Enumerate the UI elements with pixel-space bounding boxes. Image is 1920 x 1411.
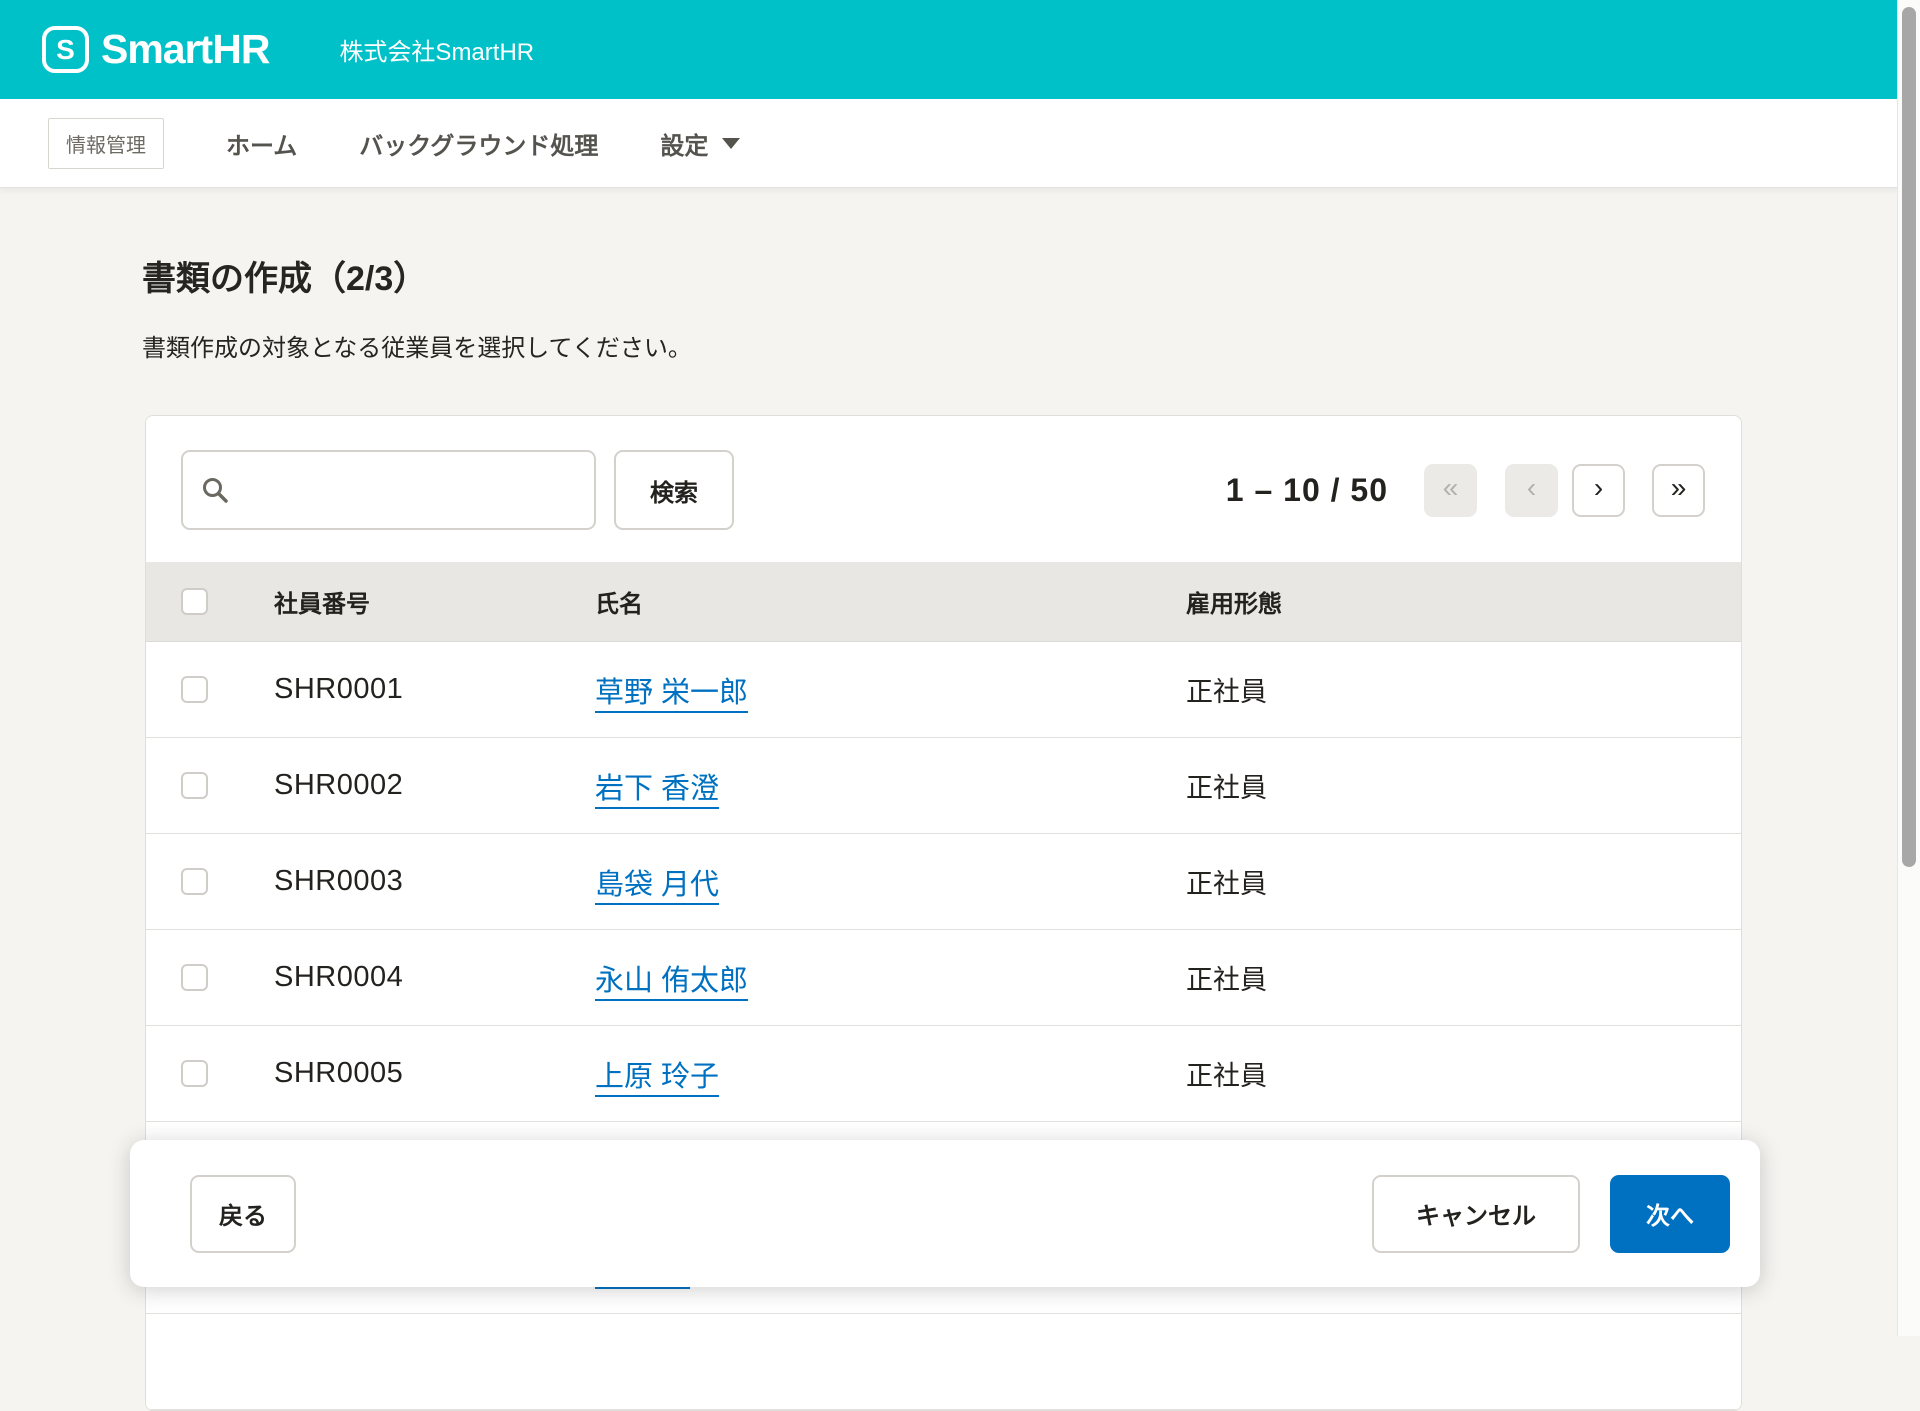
page-title: 書類の作成（2/3） (142, 251, 1920, 300)
nav-item-background-jobs[interactable]: バックグラウンド処理 (359, 126, 598, 161)
pagination-range-label: 1 – 10 / 50 (1226, 472, 1388, 509)
pagination-last-button[interactable]: » (1652, 464, 1705, 517)
column-header-name: 氏名 (595, 584, 1186, 619)
row-checkbox[interactable] (181, 772, 208, 799)
employee-name-link[interactable]: 上原 玲子 (595, 1061, 719, 1093)
employment-type-cell: 正社員 (1186, 862, 1741, 901)
row-checkbox[interactable] (181, 964, 208, 991)
employee-no-cell: SHR0003 (274, 865, 595, 898)
table-row: SHR0003 島袋 月代 正社員 (146, 834, 1741, 930)
employment-type-cell: 正社員 (1186, 1054, 1741, 1093)
vertical-scrollbar[interactable] (1897, 0, 1920, 1336)
column-header-employee-no: 社員番号 (274, 584, 595, 619)
pagination-prev-button[interactable]: ‹ (1505, 464, 1558, 517)
pagination-first-button[interactable]: « (1424, 464, 1477, 517)
employee-no-cell: SHR0002 (274, 769, 595, 802)
select-all-checkbox[interactable] (181, 588, 208, 615)
nav-item-settings-label: 設定 (660, 126, 708, 161)
table-row: SHR0004 永山 侑太郎 正社員 (146, 930, 1741, 1026)
row-checkbox[interactable] (181, 868, 208, 895)
employee-no-cell: SHR0005 (274, 1057, 595, 1090)
table-row: SHR0002 岩下 香澄 正社員 (146, 738, 1741, 834)
chevron-right-icon: › (1594, 472, 1603, 504)
employee-name-link[interactable]: 永山 侑太郎 (595, 965, 748, 997)
pagination: 1 – 10 / 50 « ‹ › » (1226, 464, 1705, 517)
pagination-next-button[interactable]: › (1572, 464, 1625, 517)
company-name: 株式会社SmartHR (339, 32, 534, 67)
table-row: SHR0005 上原 玲子 正社員 (146, 1026, 1741, 1122)
search-icon (201, 476, 229, 509)
nav-item-settings[interactable]: 設定 (660, 126, 740, 161)
back-button[interactable]: 戻る (190, 1175, 296, 1253)
nav-chip-information-management[interactable]: 情報管理 (48, 118, 164, 169)
app-header: S SmartHR 株式会社SmartHR (0, 0, 1920, 99)
double-chevron-right-icon: » (1671, 472, 1687, 504)
employment-type-cell: 正社員 (1186, 670, 1741, 709)
search-button[interactable]: 検索 (614, 450, 734, 530)
smarthr-logo-icon: S (42, 26, 89, 73)
scrollbar-thumb[interactable] (1902, 7, 1916, 867)
floating-action-bar: 戻る キャンセル 次へ (130, 1140, 1760, 1287)
table-header-row: 社員番号 氏名 雇用形態 (146, 562, 1741, 642)
employee-name-link[interactable]: 島袋 月代 (595, 869, 719, 901)
table-row: SHR0001 草野 栄一郎 正社員 (146, 642, 1741, 738)
double-chevron-left-icon: « (1443, 472, 1459, 504)
smarthr-logo[interactable]: S SmartHR (42, 26, 269, 73)
employee-name-link[interactable]: 草野 栄一郎 (595, 677, 748, 709)
nav-item-home[interactable]: ホーム (226, 126, 297, 161)
employee-no-cell: SHR0004 (274, 961, 595, 994)
search-input[interactable] (181, 450, 596, 530)
chevron-down-icon (722, 138, 740, 149)
row-checkbox[interactable] (181, 1060, 208, 1087)
next-button[interactable]: 次へ (1610, 1175, 1730, 1253)
smarthr-logo-text: SmartHR (101, 26, 269, 73)
search-field-wrap (181, 450, 596, 530)
employee-no-cell: SHR0001 (274, 673, 595, 706)
chevron-left-icon: ‹ (1527, 472, 1536, 504)
employment-type-cell: 正社員 (1186, 958, 1741, 997)
main-nav: 情報管理 ホーム バックグラウンド処理 設定 (0, 99, 1920, 187)
employment-type-cell: 正社員 (1186, 766, 1741, 805)
page-description: 書類作成の対象となる従業員を選択してください。 (142, 328, 1920, 363)
employee-name-link[interactable]: 岩下 香澄 (595, 773, 719, 805)
cancel-button[interactable]: キャンセル (1372, 1175, 1580, 1253)
table-toolbar: 検索 1 – 10 / 50 « ‹ › » (146, 416, 1741, 562)
table-row (146, 1314, 1741, 1410)
column-header-employment-type: 雇用形態 (1186, 584, 1741, 619)
row-checkbox[interactable] (181, 676, 208, 703)
